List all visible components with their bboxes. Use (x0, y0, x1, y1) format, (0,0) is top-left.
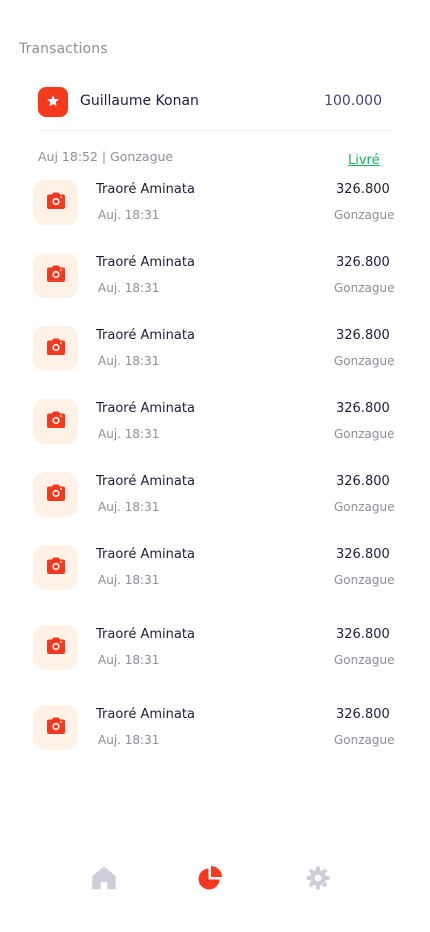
home-icon (91, 866, 117, 894)
star-icon (46, 93, 60, 112)
row-time: Auj. 18:31 (98, 500, 160, 514)
row-place: Gonzague (334, 733, 395, 747)
group-meta: Auj 18:52 | Gonzague (38, 149, 174, 164)
row-amount: 326.800 (336, 401, 390, 416)
featured-amount: 100.000 (324, 93, 382, 109)
row-name: Traoré Aminata (96, 707, 195, 722)
row-amount: 326.800 (336, 547, 390, 562)
list-item[interactable]: Traoré Aminata Auj. 18:31 326.800 Gonzag… (0, 705, 430, 757)
bottom-tab-bar (0, 850, 430, 910)
row-time: Auj. 18:31 (98, 573, 160, 587)
tab-home[interactable] (90, 866, 118, 894)
row-place: Gonzague (334, 500, 395, 514)
camera-icon (46, 637, 66, 659)
camera-icon-tile (33, 472, 78, 517)
camera-icon (46, 265, 66, 287)
list-item[interactable]: Traoré Aminata Auj. 18:31 326.800 Gonzag… (0, 625, 430, 677)
row-amount: 326.800 (336, 255, 390, 270)
camera-icon (46, 338, 66, 360)
row-place: Gonzague (334, 281, 395, 295)
pie-chart-icon (197, 865, 223, 895)
row-name: Traoré Aminata (96, 401, 195, 416)
row-name: Traoré Aminata (96, 255, 195, 270)
list-item[interactable]: Traoré Aminata Auj. 18:31 326.800 Gonzag… (0, 472, 430, 524)
list-item[interactable]: Traoré Aminata Auj. 18:31 326.800 Gonzag… (0, 253, 430, 305)
row-name: Traoré Aminata (96, 474, 195, 489)
row-time: Auj. 18:31 (98, 354, 160, 368)
camera-icon (46, 192, 66, 214)
row-place: Gonzague (334, 573, 395, 587)
list-item[interactable]: Traoré Aminata Auj. 18:31 326.800 Gonzag… (0, 545, 430, 597)
camera-icon-tile (33, 180, 78, 225)
status-link[interactable]: Livré (348, 153, 380, 168)
featured-badge (38, 87, 68, 117)
camera-icon-tile (33, 253, 78, 298)
row-amount: 326.800 (336, 474, 390, 489)
row-time: Auj. 18:31 (98, 653, 160, 667)
list-item[interactable]: Traoré Aminata Auj. 18:31 326.800 Gonzag… (0, 399, 430, 451)
camera-icon (46, 557, 66, 579)
row-name: Traoré Aminata (96, 547, 195, 562)
featured-transaction[interactable]: Guillaume Konan 100.000 (38, 86, 392, 131)
row-amount: 326.800 (336, 707, 390, 722)
row-place: Gonzague (334, 208, 395, 222)
row-time: Auj. 18:31 (98, 208, 160, 222)
featured-name: Guillaume Konan (80, 93, 199, 109)
row-amount: 326.800 (336, 627, 390, 642)
gear-icon (305, 865, 331, 895)
page-title: Transactions (19, 41, 108, 57)
row-time: Auj. 18:31 (98, 281, 160, 295)
row-amount: 326.800 (336, 328, 390, 343)
camera-icon-tile (33, 399, 78, 444)
row-time: Auj. 18:31 (98, 427, 160, 441)
camera-icon-tile (33, 545, 78, 590)
row-place: Gonzague (334, 354, 395, 368)
camera-icon (46, 411, 66, 433)
camera-icon (46, 717, 66, 739)
tab-statistics[interactable] (196, 866, 224, 894)
list-item[interactable]: Traoré Aminata Auj. 18:31 326.800 Gonzag… (0, 326, 430, 378)
row-name: Traoré Aminata (96, 182, 195, 197)
camera-icon-tile (33, 326, 78, 371)
camera-icon-tile (33, 705, 78, 750)
row-place: Gonzague (334, 427, 395, 441)
camera-icon-tile (33, 625, 78, 670)
row-time: Auj. 18:31 (98, 733, 160, 747)
row-name: Traoré Aminata (96, 328, 195, 343)
row-name: Traoré Aminata (96, 627, 195, 642)
tab-settings[interactable] (304, 866, 332, 894)
camera-icon (46, 484, 66, 506)
row-amount: 326.800 (336, 182, 390, 197)
list-item[interactable]: Traoré Aminata Auj. 18:31 326.800 Gonzag… (0, 180, 430, 232)
row-place: Gonzague (334, 653, 395, 667)
